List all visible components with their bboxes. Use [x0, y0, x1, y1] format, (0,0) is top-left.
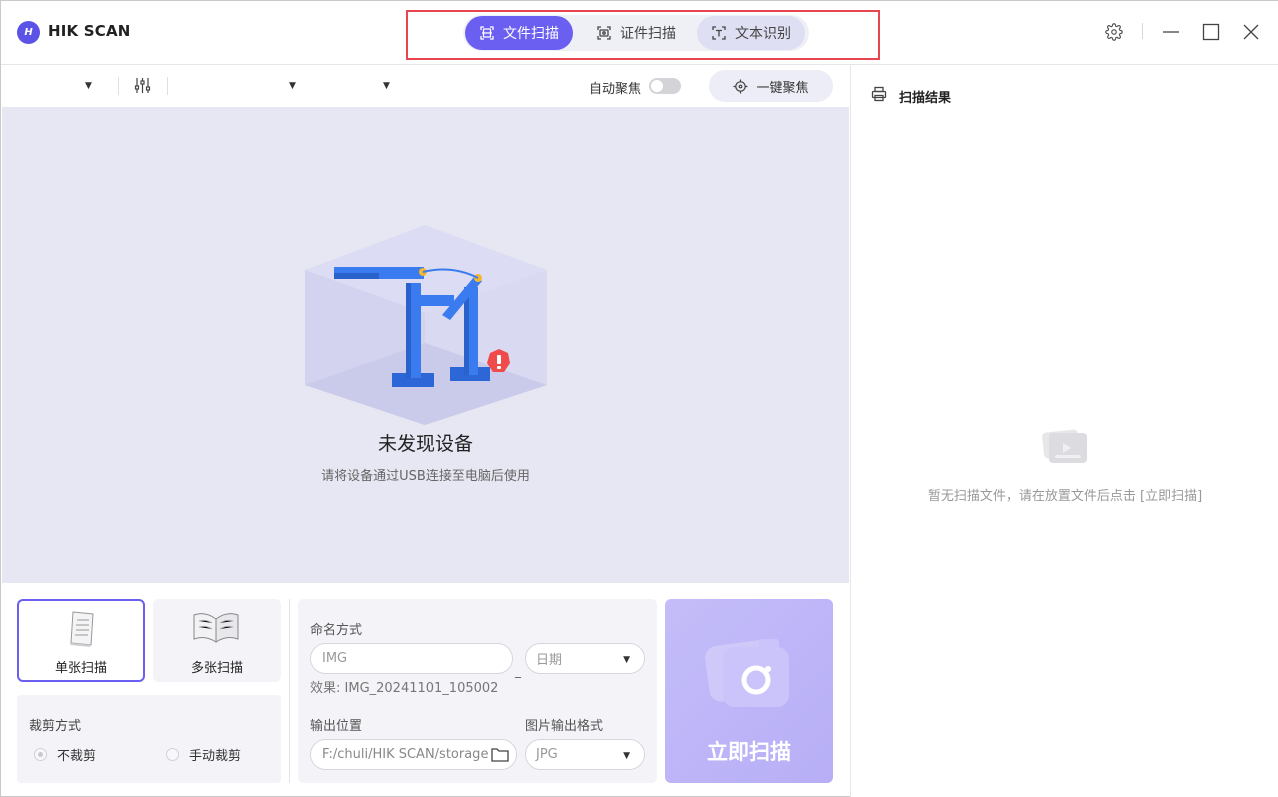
date-format-select[interactable]: 日期 ▼ [525, 643, 645, 674]
chevron-down-icon: ▼ [623, 655, 630, 665]
radio-dot [166, 748, 179, 761]
tab-document-scan-label: 文件扫描 [503, 26, 559, 42]
scan-results-title: 扫描结果 [899, 91, 952, 106]
tab-id-scan-label: 证件扫描 [620, 26, 676, 42]
toggle-knob [651, 80, 663, 92]
manual-crop-label: 手动裁剪 [189, 749, 242, 764]
camera-toolbar: ▼ ▼ ▼ 自动聚焦 一键聚焦 [1, 65, 850, 107]
app-window: H HIK SCAN 文件扫描 证件扫描 文本识别 ▼ ▼ ▼ 自动聚焦 一键聚… [0, 0, 1278, 797]
maximize-button[interactable] [1198, 19, 1224, 45]
title-bar: H HIK SCAN 文件扫描 证件扫描 文本识别 [1, 1, 1278, 65]
camera-icon [704, 639, 789, 707]
no-device-subtitle: 请将设备通过USB连接至电脑后使用 [321, 469, 530, 484]
id-scan-icon [597, 26, 611, 40]
minimize-button[interactable] [1158, 19, 1184, 45]
open-book-icon [193, 613, 239, 643]
crop-mode-title: 裁剪方式 [29, 719, 82, 734]
crosshair-icon [733, 78, 749, 94]
no-crop-label: 不裁剪 [57, 749, 97, 764]
crop-mode-panel: 裁剪方式 不裁剪 手动裁剪 [17, 695, 281, 783]
output-location-label: 输出位置 [310, 719, 363, 734]
scan-now-label: 立即扫描 [707, 740, 791, 764]
tab-text-recognition[interactable]: 文本识别 [697, 16, 805, 50]
no-crop-radio[interactable]: 不裁剪 [34, 745, 96, 764]
resolution-select-caret-icon[interactable]: ▼ [289, 81, 296, 91]
tab-document-scan[interactable]: 文件扫描 [465, 16, 573, 50]
scan-now-button[interactable]: 立即扫描 [665, 599, 833, 783]
date-format-value: 日期 [536, 653, 563, 668]
close-button[interactable] [1238, 19, 1264, 45]
scanner-device-illustration [305, 225, 547, 425]
manual-crop-radio[interactable]: 手动裁剪 [166, 745, 241, 764]
close-icon [1243, 24, 1259, 40]
window-controls-divider [1142, 23, 1143, 39]
output-format-label: 图片输出格式 [525, 719, 604, 734]
empty-results-message: 暂无扫描文件，请在放置文件后点击 [立即扫描] [927, 489, 1203, 504]
output-location-value: F:/chuli/HIK SCAN/storage [322, 747, 489, 762]
toolbar-divider [118, 77, 119, 95]
image-format-value: JPG [536, 747, 558, 762]
auto-focus-toggle[interactable] [649, 78, 681, 94]
multi-scan-card[interactable]: 多张扫描 [153, 599, 281, 682]
naming-title: 命名方式 [310, 623, 363, 638]
camera-preview: 未发现设备 请将设备通过USB连接至电脑后使用 [2, 107, 849, 583]
device-select-caret-icon[interactable]: ▼ [85, 81, 92, 91]
one-key-focus-label: 一键聚焦 [756, 80, 809, 96]
text-recognition-icon [712, 26, 726, 40]
tab-text-recognition-label: 文本识别 [735, 26, 791, 42]
adjust-sliders-icon[interactable] [134, 77, 151, 94]
empty-results-icon [1042, 429, 1087, 463]
single-scan-label: 单张扫描 [54, 661, 107, 676]
folder-icon[interactable] [491, 747, 509, 762]
radio-dot [34, 748, 47, 761]
mode-tabs: 文件扫描 证件扫描 文本识别 [463, 15, 809, 51]
tab-id-scan[interactable]: 证件扫描 [581, 16, 691, 50]
app-logo-icon: H [17, 21, 40, 44]
filename-separator: _ [515, 664, 521, 678]
app-title: HIK SCAN [48, 22, 131, 40]
minimize-icon [1163, 31, 1179, 33]
single-page-icon [70, 611, 94, 647]
filename-preview: 效果: IMG_20241101_105002 [310, 681, 499, 696]
image-format-select[interactable]: JPG ▼ [525, 739, 645, 770]
color-mode-select-caret-icon[interactable]: ▼ [383, 81, 390, 91]
scan-results-panel: 扫描结果 暂无扫描文件，请在放置文件后点击 [立即扫描] [850, 65, 1278, 797]
no-device-title: 未发现设备 [377, 433, 473, 455]
document-scan-icon [480, 26, 494, 40]
multi-scan-label: 多张扫描 [190, 661, 243, 676]
scan-workspace: ▼ ▼ ▼ 自动聚焦 一键聚焦 未发现设备 请将设备通过USB连接至电脑后使用 … [1, 65, 850, 797]
maximize-icon [1202, 23, 1220, 41]
printer-icon [871, 86, 887, 102]
gear-icon [1105, 23, 1123, 41]
chevron-down-icon: ▼ [623, 751, 630, 761]
auto-focus-label: 自动聚焦 [589, 82, 642, 97]
settings-button[interactable] [1101, 19, 1127, 45]
filename-prefix-input[interactable]: IMG [310, 643, 513, 674]
one-key-focus-button[interactable]: 一键聚焦 [709, 70, 833, 102]
naming-output-panel: 命名方式 IMG _ 日期 ▼ 效果: IMG_20241101_105002 … [298, 599, 657, 783]
output-location-input[interactable]: F:/chuli/HIK SCAN/storage [310, 739, 517, 770]
single-scan-card[interactable]: 单张扫描 [17, 599, 145, 682]
toolbar-divider [167, 77, 168, 95]
controls-divider [289, 599, 290, 783]
